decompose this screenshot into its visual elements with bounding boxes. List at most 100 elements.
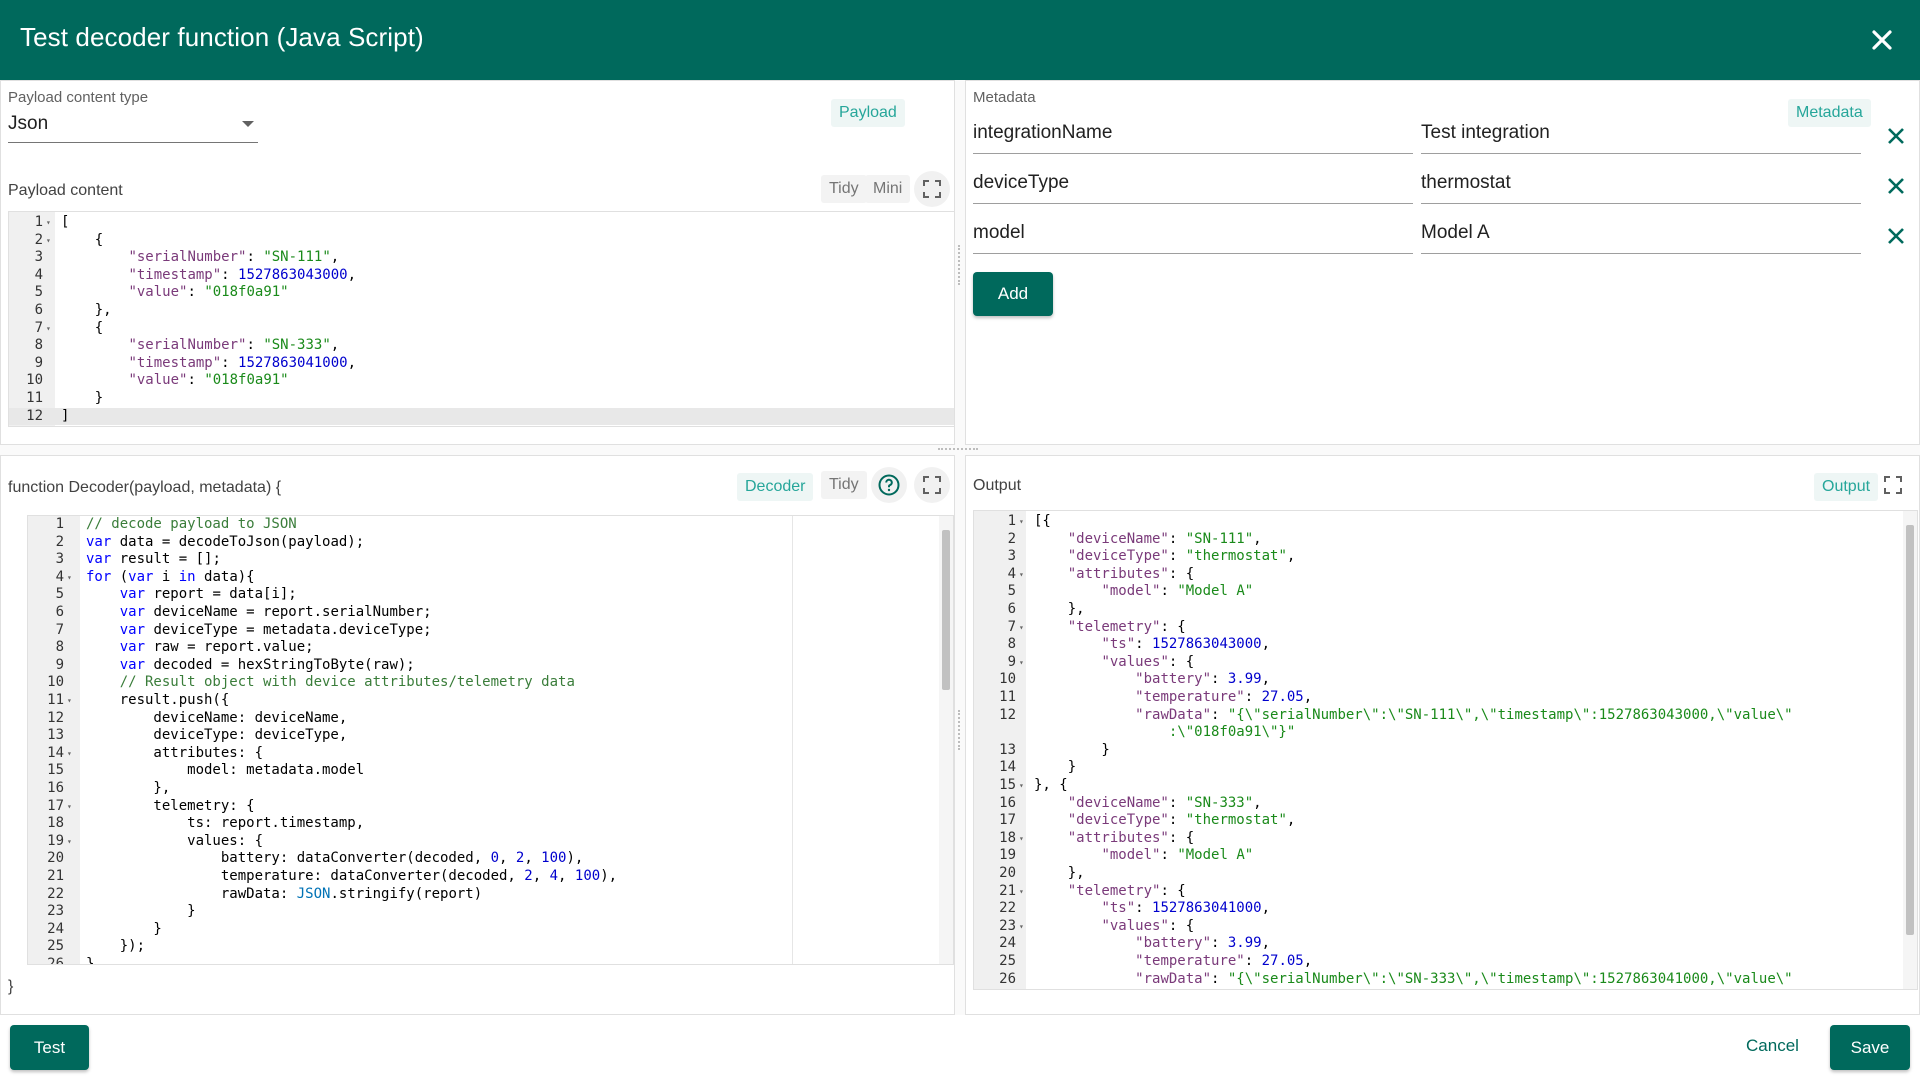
output-editor[interactable]: 1 ▾[{2 "deviceName": "SN-111", 3 "deviceTy…: [973, 510, 1918, 990]
metadata-key-input[interactable]: model: [973, 214, 1413, 254]
code-line: 26 "rawData": "{\"serialNumber\":\"SN-33…: [974, 971, 1917, 989]
code-text: attributes: {: [86, 744, 264, 761]
decoder-fullscreen-icon[interactable]: [914, 467, 950, 503]
code-text: "rawData": "{\"serialNumber\":\"SN-111\"…: [1135, 706, 1793, 723]
code-line: 11 ▾ result.push({: [28, 692, 953, 710]
vertical-splitter[interactable]: [955, 80, 965, 1015]
line-number: 21: [999, 882, 1016, 899]
line-number: 26: [999, 970, 1016, 987]
code-line: 11 }: [9, 390, 954, 408]
fold-toggle-icon[interactable]: ▾: [67, 798, 72, 816]
code-text: "deviceName": "SN-333",: [1067, 794, 1262, 811]
line-number: 7: [34, 319, 43, 336]
code-line: 2 ▾ {: [9, 232, 954, 250]
horizontal-splitter[interactable]: [0, 445, 1920, 455]
line-number: 24: [999, 935, 1016, 952]
fold-toggle-icon[interactable]: ▾: [67, 833, 72, 851]
metadata-panel: Metadata Metadata integrationName Test i…: [965, 80, 1920, 445]
close-icon[interactable]: [1866, 24, 1898, 56]
help-icon[interactable]: [871, 467, 907, 503]
fold-toggle-icon[interactable]: ▾: [46, 214, 51, 232]
decoder-editor[interactable]: 1 // decode payload to JSON 2 var data = de…: [27, 515, 954, 965]
add-metadata-button[interactable]: Add: [973, 272, 1053, 316]
code-line: 14 }: [974, 759, 1917, 777]
code-line: 5 "value": "018f0a91": [9, 284, 954, 302]
code-line: 5 "model": "Model A": [974, 583, 1917, 601]
code-line: 1 ▾ [: [9, 214, 954, 232]
code-text: },: [86, 780, 171, 796]
line-number: 13: [47, 727, 64, 744]
payload-tidy-button[interactable]: Tidy: [821, 175, 867, 203]
code-line: 8 var raw = report.value;: [28, 639, 953, 657]
decoder-tidy-button[interactable]: Tidy: [821, 471, 867, 499]
fold-toggle-icon[interactable]: ▾: [1019, 830, 1024, 848]
remove-row-icon[interactable]: [1884, 174, 1908, 198]
fold-toggle-icon[interactable]: ▾: [1019, 513, 1024, 531]
code-line: 25 "temperature": 27.05,: [974, 953, 1917, 971]
decoder-chip: Decoder: [737, 473, 814, 501]
fold-toggle-icon[interactable]: ▾: [67, 745, 72, 763]
code-text: "ts": 1527863041000,: [1101, 900, 1271, 917]
line-number: 16: [999, 794, 1016, 811]
cancel-button[interactable]: Cancel: [1730, 1036, 1815, 1056]
line-number: 13: [999, 741, 1016, 758]
code-line: 7 ▾ "telemetry": {: [974, 619, 1917, 637]
fold-toggle-icon[interactable]: ▾: [1019, 777, 1024, 795]
metadata-key-input[interactable]: integrationName: [973, 114, 1413, 154]
remove-row-icon[interactable]: [1884, 224, 1908, 248]
fold-toggle-icon[interactable]: ▾: [1019, 654, 1024, 672]
metadata-value-input[interactable]: Model A: [1421, 214, 1861, 254]
code-text: var decoded = hexStringToByte(raw);: [119, 656, 415, 673]
code-line: 15 ▾}, {: [974, 777, 1917, 795]
code-line: 20 battery: dataConverter(decoded, 0, 2,…: [28, 850, 953, 868]
payload-content-label: Payload content: [8, 182, 123, 199]
payload-editor[interactable]: 1 ▾[2 ▾ {3 "serialNumber": "SN-111", 4 "tim…: [8, 211, 955, 427]
save-button[interactable]: Save: [1830, 1025, 1910, 1070]
code-text: }: [1034, 759, 1077, 776]
line-number: 5: [55, 586, 64, 603]
code-line: 12 deviceName: deviceName,: [28, 710, 953, 728]
fold-toggle-icon[interactable]: ▾: [1019, 619, 1024, 637]
code-line: 18 ts: report.timestamp,: [28, 815, 953, 833]
fold-toggle-icon[interactable]: ▾: [46, 320, 51, 338]
fold-toggle-icon[interactable]: ▾: [1019, 918, 1024, 936]
code-line: 5 var report = data[i];: [28, 586, 953, 604]
code-line: 25 });: [28, 938, 953, 956]
payload-content-type-select[interactable]: Json: [8, 109, 258, 143]
metadata-value-input[interactable]: thermostat: [1421, 164, 1861, 204]
fold-toggle-icon[interactable]: ▾: [1019, 883, 1024, 901]
output-fullscreen-icon[interactable]: [1875, 467, 1911, 503]
code-text: var deviceType = metadata.deviceType;: [119, 621, 432, 638]
code-text: "model": "Model A": [1101, 847, 1254, 864]
code-line: 3 var result = [];: [28, 551, 953, 569]
code-text: deviceType: deviceType,: [86, 727, 348, 744]
code-line: 20 },: [974, 865, 1917, 883]
code-line: 24 }: [28, 921, 953, 939]
code-line: 9 "timestamp": 1527863041000,: [9, 355, 954, 373]
code-text: }: [86, 920, 162, 937]
code-line: 19 "model": "Model A": [974, 847, 1917, 865]
code-line: 6 var deviceName = report.serialNumber;: [28, 604, 953, 622]
code-text: ]: [61, 407, 70, 424]
remove-row-icon[interactable]: [1884, 124, 1908, 148]
code-line: :\"018f0a91\"}": [974, 988, 1917, 989]
test-button[interactable]: Test: [10, 1025, 89, 1070]
code-text: "ts": 1527863043000,: [1101, 636, 1271, 653]
code-text: ts: report.timestamp,: [86, 815, 365, 832]
code-line: 13 }: [974, 742, 1917, 760]
fold-toggle-icon[interactable]: ▾: [67, 692, 72, 710]
metadata-value-input[interactable]: Test integration: [1421, 114, 1861, 154]
metadata-key-input[interactable]: deviceType: [973, 164, 1413, 204]
line-number: 22: [999, 900, 1016, 917]
code-line: 14 ▾ attributes: {: [28, 745, 953, 763]
line-number: 20: [47, 850, 64, 867]
fold-toggle-icon[interactable]: ▾: [46, 232, 51, 250]
payload-panel: Payload content type Json Payload Payloa…: [0, 80, 955, 445]
code-text: "deviceType": "thermostat",: [1067, 812, 1296, 829]
line-number: 3: [34, 249, 43, 266]
payload-mini-button[interactable]: Mini: [865, 175, 911, 203]
fold-toggle-icon[interactable]: ▾: [1019, 566, 1024, 584]
fold-toggle-icon[interactable]: ▾: [67, 569, 72, 587]
line-number: 22: [47, 885, 64, 902]
payload-fullscreen-icon[interactable]: [914, 171, 950, 207]
